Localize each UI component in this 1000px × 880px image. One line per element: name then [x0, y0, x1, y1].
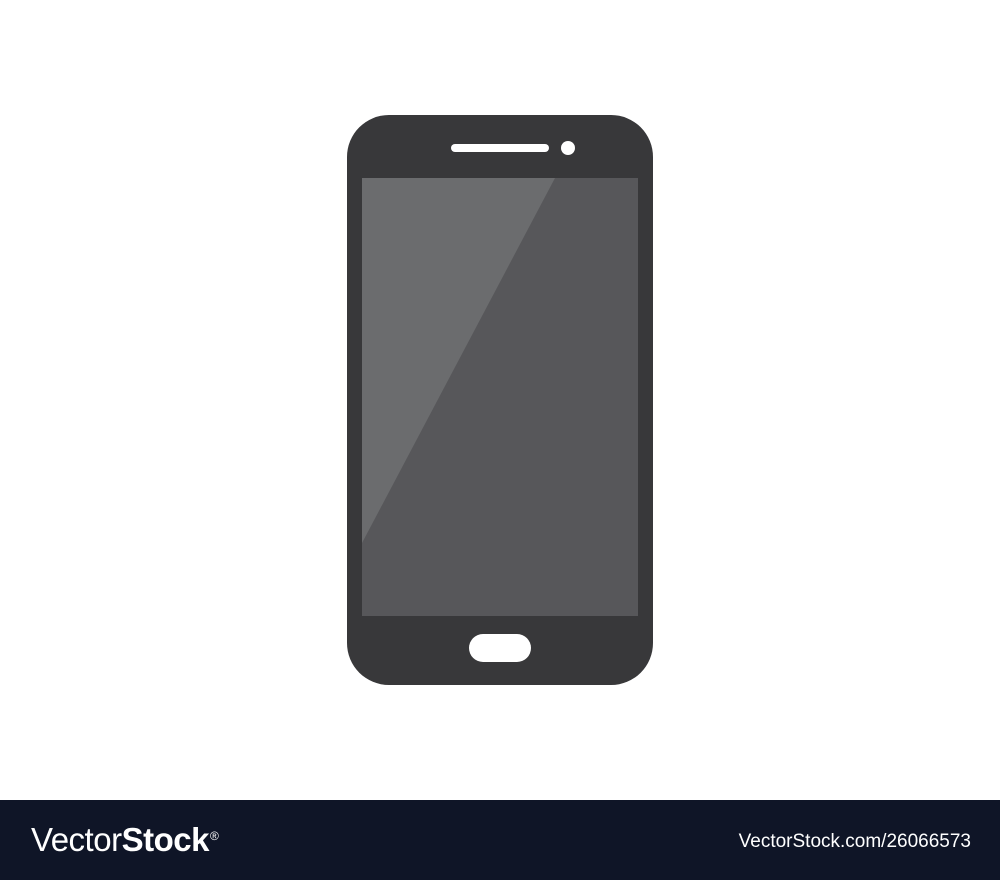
- logo-text-stock: Stock: [121, 821, 210, 858]
- vectorstock-logo: VectorStock®: [31, 820, 219, 860]
- illustration-area: [0, 0, 1000, 800]
- glare-highlight: [362, 178, 555, 543]
- smartphone-icon: [347, 115, 653, 685]
- screen-glare: [362, 178, 555, 543]
- front-camera: [561, 141, 575, 155]
- image-id-text: VectorStock.com/26066573: [738, 831, 971, 852]
- registered-mark: ®: [209, 829, 219, 843]
- home-button: [469, 634, 531, 662]
- speaker-grille: [451, 144, 549, 152]
- watermark-bar: VectorStock® VectorStock.com/26066573: [0, 800, 1000, 880]
- phone-screen: [362, 178, 638, 616]
- image-canvas: VectorStock® VectorStock.com/26066573: [0, 0, 1000, 880]
- logo-text-vector: Vector: [31, 821, 122, 858]
